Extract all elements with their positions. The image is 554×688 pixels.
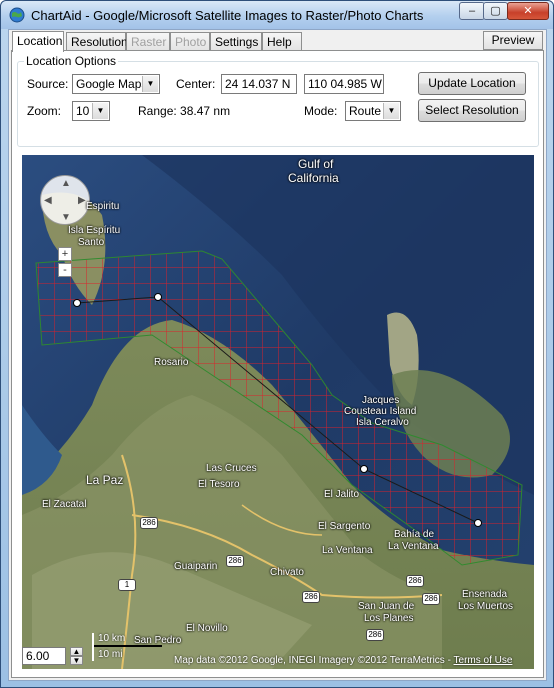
map-attribution: Map data ©2012 Google, INEGI Imagery ©20… xyxy=(174,655,513,666)
place-label: El Jalito xyxy=(324,489,360,500)
place-label: El Sargento xyxy=(318,521,371,532)
chevron-down-icon: ▼ xyxy=(383,103,399,119)
road-shield: 286 xyxy=(366,629,384,641)
place-label: La Ventana xyxy=(388,541,439,552)
pan-left-icon[interactable]: ◀ xyxy=(44,195,52,206)
window-title: ChartAid - Google/Microsoft Satellite Im… xyxy=(31,8,424,23)
tab-location[interactable]: Location xyxy=(12,31,64,52)
road-shield: 286 xyxy=(422,593,440,605)
location-panel: Location Options Source: Google Maps ▼ C… xyxy=(11,50,544,678)
place-label: La Paz xyxy=(86,473,124,487)
zoom-spin-down[interactable]: ▼ xyxy=(70,656,83,665)
place-label: Chivato xyxy=(270,567,304,578)
mode-select[interactable]: Route ▼ xyxy=(345,101,401,121)
pan-control[interactable]: ▲ ▼ ◀ ▶ xyxy=(40,175,90,225)
place-label: Espiritu xyxy=(86,201,120,212)
place-label: Los Muertos xyxy=(458,601,514,612)
source-value: Google Maps xyxy=(76,77,148,91)
place-label: Las Cruces xyxy=(206,463,257,474)
road-shield: 286 xyxy=(302,591,320,603)
chevron-down-icon: ▼ xyxy=(142,76,158,92)
pan-up-icon[interactable]: ▲ xyxy=(61,178,71,189)
place-label: El Zacatal xyxy=(42,499,87,510)
tab-settings[interactable]: Settings xyxy=(210,32,262,51)
location-options-group: Location Options Source: Google Maps ▼ C… xyxy=(17,54,539,147)
place-label: San Juan de xyxy=(358,601,415,612)
mode-label: Mode: xyxy=(304,104,338,118)
group-title: Location Options xyxy=(24,54,119,68)
zoom-value: 10 xyxy=(76,104,90,118)
place-label: Bahía de xyxy=(394,529,435,540)
place-label: El Tesoro xyxy=(198,479,240,490)
close-button[interactable]: ✕ xyxy=(507,2,549,20)
place-label: Isla Espíritu xyxy=(68,225,121,236)
road-shield: 286 xyxy=(226,555,244,567)
source-select[interactable]: Google Maps ▼ xyxy=(72,74,160,94)
source-label: Source: xyxy=(27,77,69,91)
center-latitude-field[interactable]: 24 14.037 N xyxy=(221,74,297,94)
range-readout: Range: 38.47 nm xyxy=(138,104,231,118)
place-label: Guaiparin xyxy=(174,561,218,572)
scale-km: 10 km xyxy=(98,633,126,644)
place-label: Ensenada xyxy=(462,589,508,600)
zoom-label: Zoom: xyxy=(27,104,62,118)
place-label: La Ventana xyxy=(322,545,373,556)
maximize-button[interactable]: ▢ xyxy=(483,2,508,20)
satellite-map[interactable]: ▲ ▼ ◀ ▶ + - Gulf of California Espiritu … xyxy=(22,155,534,669)
place-label: Jacques xyxy=(362,395,400,406)
minimize-button[interactable]: ‒ xyxy=(459,2,485,20)
tab-resolution[interactable]: Resolution xyxy=(66,32,128,51)
road-shield: 286 xyxy=(140,517,158,529)
place-label: Isla Ceralvo xyxy=(356,417,409,428)
preview-button[interactable]: Preview xyxy=(483,31,543,50)
place-label: Rosario xyxy=(154,357,189,368)
map-zoom-out-button[interactable]: - xyxy=(58,263,72,277)
client-area: Location Resolution Raster Photo Setting… xyxy=(8,29,547,681)
tab-photo: Photo xyxy=(170,32,210,51)
tab-help[interactable]: Help xyxy=(262,32,302,51)
zoom-spin-up[interactable]: ▲ xyxy=(70,647,83,656)
zoom-select[interactable]: 10 ▼ xyxy=(72,101,110,121)
select-resolution-button[interactable]: Select Resolution xyxy=(418,99,526,122)
terms-of-use-link[interactable]: Terms of Use xyxy=(454,655,513,666)
tab-raster: Raster xyxy=(126,32,170,51)
zoom-level-field[interactable]: 6.00 xyxy=(22,647,66,665)
pan-down-icon[interactable]: ▼ xyxy=(61,212,71,223)
road-shield: 1 xyxy=(118,579,136,591)
place-label: Santo xyxy=(78,237,105,248)
globe-icon xyxy=(9,7,25,23)
mode-value: Route xyxy=(349,104,382,118)
scale-mi: 10 mi xyxy=(98,649,123,660)
place-label: Gulf of xyxy=(298,157,334,171)
road-shield: 286 xyxy=(406,575,424,587)
update-location-button[interactable]: Update Location xyxy=(418,72,526,95)
place-label: Los Planes xyxy=(364,613,414,624)
center-label: Center: xyxy=(176,77,216,91)
place-label: Cousteau Island xyxy=(344,406,417,417)
title-bar[interactable]: ChartAid - Google/Microsoft Satellite Im… xyxy=(1,1,553,29)
chevron-down-icon: ▼ xyxy=(92,103,108,119)
app-window: ChartAid - Google/Microsoft Satellite Im… xyxy=(0,0,554,688)
place-label: California xyxy=(288,171,339,185)
pan-right-icon[interactable]: ▶ xyxy=(78,195,86,206)
map-zoom-in-button[interactable]: + xyxy=(58,247,72,261)
center-longitude-field[interactable]: 110 04.985 W xyxy=(304,74,384,94)
